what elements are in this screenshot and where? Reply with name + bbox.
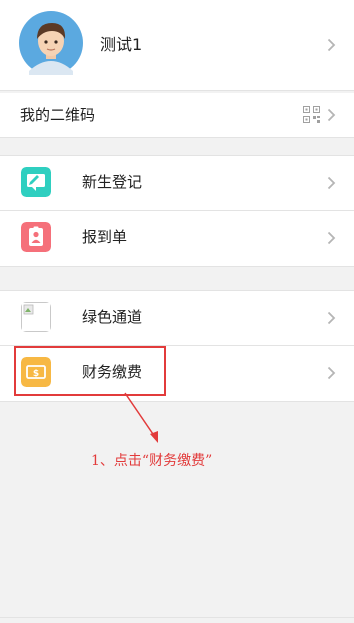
avatar [19,11,83,75]
annotation-highlight-box [14,346,166,396]
screen: 测试1 我的二维码 新生登记 报到单 绿色通道 $ 财务缴费 1、点击“财务缴费… [0,0,354,623]
menu-item-new-student-registration[interactable]: 新生登记 [0,156,354,210]
chevron-right-icon [327,366,336,380]
chevron-right-icon [327,108,336,122]
chevron-right-icon [327,38,336,52]
menu-item-label: 报到单 [82,228,128,246]
chevron-right-icon [327,311,336,325]
annotation-text: 1、点击“财务缴费” [91,453,213,469]
qr-code-row[interactable]: 我的二维码 [0,93,354,138]
bottom-divider [0,617,354,618]
profile-header[interactable]: 测试1 [0,0,354,91]
edit-icon [21,167,51,197]
menu-item-check-in-form[interactable]: 报到单 [0,211,354,265]
chevron-right-icon [327,176,336,190]
broken-image-icon [21,302,51,332]
menu-item-green-channel[interactable]: 绿色通道 [0,291,354,345]
username: 测试1 [100,35,143,54]
menu-item-label: 新生登记 [82,173,143,191]
menu-item-label: 绿色通道 [82,308,143,326]
qr-code-label: 我的二维码 [20,106,96,124]
menu-group-registration: 新生登记 报到单 [0,155,354,267]
id-badge-icon [21,222,51,252]
chevron-right-icon [327,231,336,245]
qr-code-icon [303,106,320,123]
